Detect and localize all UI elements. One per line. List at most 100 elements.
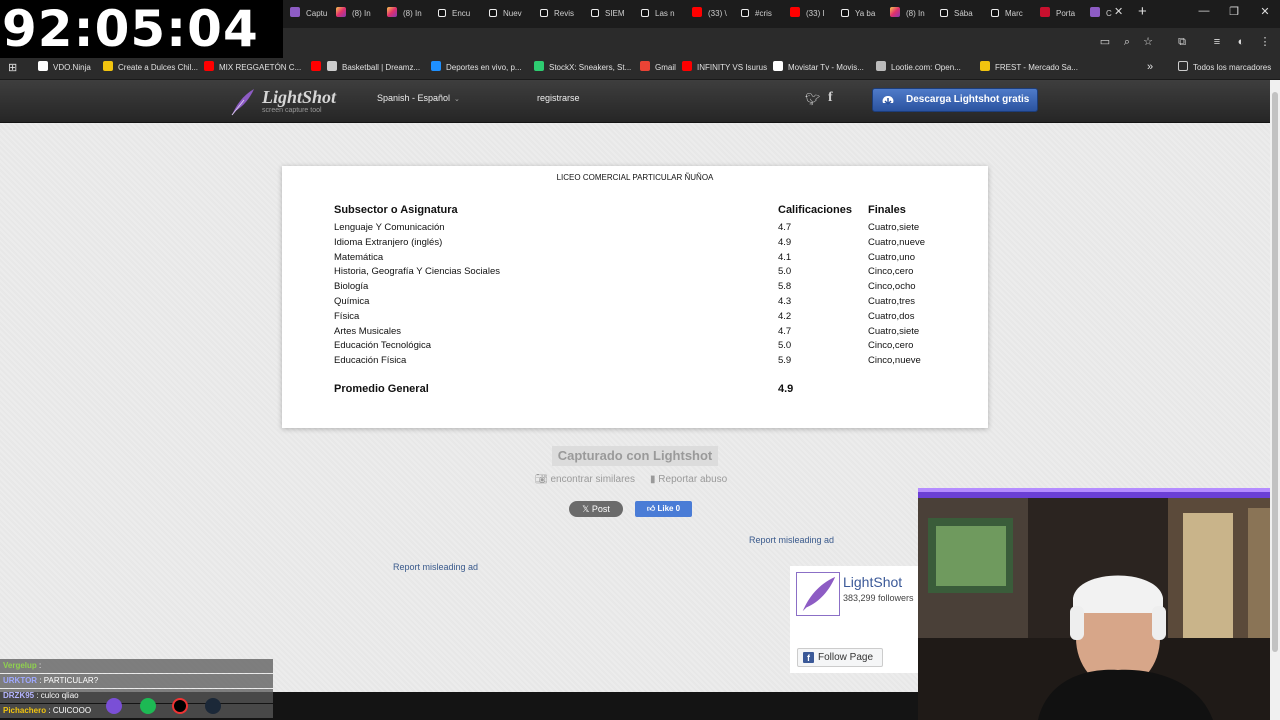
grade-row-subject: Idioma Extranjero (inglés) (334, 236, 443, 248)
bookmark-item[interactable] (311, 61, 326, 75)
steam-icon[interactable] (205, 698, 221, 714)
browser-tab[interactable]: (8) In (387, 4, 431, 24)
bookmark-item[interactable]: Gmail (640, 61, 676, 75)
browser-tab[interactable]: Captu (290, 4, 334, 24)
chat-username: URKTOR (3, 676, 38, 685)
close-tab-icon[interactable]: ✕ (1114, 5, 1123, 18)
bookmark-item[interactable]: Basketball | Dreamz... (327, 61, 420, 75)
logo-name: LightShot (262, 87, 337, 107)
extensions-icon[interactable]: ⧉ (1175, 35, 1189, 49)
browser-tab[interactable]: Porta (1040, 4, 1084, 24)
page-scrollbar[interactable] (1270, 80, 1280, 720)
x-post-button[interactable]: 𝕏 Post (569, 501, 623, 517)
find-similar-label: encontrar similares (550, 474, 635, 485)
tiktok-icon (641, 9, 649, 17)
lightshot-logo[interactable]: LightShot screen capture tool (230, 86, 342, 118)
twitter-icon[interactable]: 🐦︎ (805, 92, 820, 106)
tab-label: Marc (1005, 9, 1023, 18)
bookmark-item[interactable]: INFINITY VS Isurus (682, 61, 767, 75)
menu-icon[interactable]: ⋮ (1258, 35, 1272, 49)
bookmark-item[interactable]: FREST - Mercado Sa... (980, 61, 1078, 75)
facebook-icon[interactable]: f (828, 90, 833, 106)
bookmarks-more[interactable]: » (1147, 60, 1153, 74)
bookmark-label: Deportes en vivo, p... (446, 63, 522, 72)
grade-row-grade: 4.2 (778, 310, 792, 322)
all-bookmarks[interactable]: Todos los marcadores (1178, 61, 1271, 75)
bookmark-label: StockX: Sneakers, St... (549, 63, 632, 72)
browser-tab[interactable]: Nuev (489, 4, 533, 24)
captured-with-label: Capturado con Lightshot (552, 446, 718, 466)
bookmark-star-icon[interactable]: ☆ (1141, 35, 1155, 49)
zoom-icon[interactable]: ⌕ (1120, 35, 1134, 49)
minimize-icon[interactable]: — (1189, 5, 1219, 17)
webcam-overlay (918, 488, 1280, 720)
scrollbar-thumb[interactable] (1272, 92, 1278, 652)
new-tab-button[interactable]: + (1138, 3, 1147, 20)
chat-text: : CUICOOO (48, 706, 92, 715)
bookmark-item[interactable]: StockX: Sneakers, St... (534, 61, 631, 75)
lightshot-icon (1090, 7, 1100, 17)
find-similar-link[interactable]: 📷︎ encontrar similares (535, 474, 635, 485)
language-select[interactable]: Spanish - Español ⌄ (377, 93, 460, 103)
bookmark-label: Movistar Tv - Movis... (788, 63, 864, 72)
browser-tab[interactable]: Ya ba (841, 4, 885, 24)
browser-tab[interactable]: Encu (438, 4, 482, 24)
browser-tab[interactable]: C (1090, 4, 1134, 24)
lightshot-page-logo[interactable] (796, 572, 840, 616)
folder-icon (1178, 61, 1188, 71)
tiktok-icon (540, 9, 548, 17)
fb-page-title[interactable]: LightShot (843, 574, 902, 590)
browser-tab[interactable]: Sába (940, 4, 984, 24)
lightshot-header (0, 80, 1270, 123)
bookmark-label: Create a Dulces Chil... (118, 63, 199, 72)
media-icon[interactable]: ≡ (1210, 35, 1224, 49)
tab-label: (33) I (806, 9, 825, 18)
browser-tab[interactable]: #cris (741, 4, 785, 24)
facebook-like-button[interactable]: 👍︎ Like 0 (635, 501, 692, 517)
browser-tab[interactable]: Las n (641, 4, 685, 24)
restore-icon[interactable]: ❐ (1219, 5, 1249, 18)
bookmark-item[interactable]: Lootie.com: Open... (876, 61, 961, 75)
browser-tab[interactable]: Marc (991, 4, 1035, 24)
download-button[interactable]: Descarga Lightshot gratis (872, 88, 1038, 112)
obs-icon[interactable] (106, 698, 122, 714)
facebook-page-widget: LightShot 383,299 followers f Follow Page (790, 566, 918, 673)
spotify-icon[interactable] (140, 698, 156, 714)
grade-row-final: Cinco,nueve (868, 355, 921, 367)
grade-row-grade: 4.7 (778, 325, 792, 337)
bookmark-item[interactable]: Create a Dulces Chil... (103, 61, 198, 75)
grade-row-grade: 5.8 (778, 281, 792, 293)
tab-label: C (1106, 9, 1112, 18)
grade-row-subject: Química (334, 296, 370, 307)
app-icon[interactable] (172, 698, 188, 714)
tab-label: (8) In (352, 9, 371, 18)
report-abuse-link[interactable]: ▮ Reportar abuso (650, 474, 727, 485)
window-close-icon[interactable]: ✕ (1250, 5, 1280, 18)
fb-like-label: Like 0 (657, 504, 681, 513)
profile-avatar[interactable]: ◐ (1234, 35, 1248, 49)
browser-tab[interactable]: (8) In (336, 4, 380, 24)
bookmark-label: MIX REGGAETÓN C... (219, 63, 302, 72)
bookmark-item[interactable]: VDO.Ninja (38, 61, 91, 75)
bookmark-item[interactable]: Deportes en vivo, p... (431, 61, 522, 75)
tiktok-icon (940, 9, 948, 17)
report-ad-link-right[interactable]: Report misleading ad (749, 535, 834, 545)
bookmark-label: Basketball | Dreamz... (342, 63, 421, 72)
fb-followers: 383,299 followers (843, 593, 914, 603)
browser-tab[interactable]: (33) \ (692, 4, 736, 24)
bookmark-favicon-icon (640, 61, 650, 71)
browser-tab[interactable]: (8) In (890, 4, 934, 24)
browser-tab[interactable]: (33) I (790, 4, 834, 24)
cast-icon[interactable]: ▭ (1098, 35, 1112, 49)
report-ad-link-left[interactable]: Report misleading ad (393, 562, 478, 572)
browser-tab[interactable]: Revis (540, 4, 584, 24)
register-link[interactable]: registrarse (537, 93, 580, 103)
chat-message: Pichachero : CUICOOO (0, 704, 273, 718)
bookmark-item[interactable]: MIX REGGAETÓN C... (204, 61, 301, 75)
apps-icon[interactable]: ⊞ (8, 61, 17, 75)
bookmark-item[interactable]: Movistar Tv - Movis... (773, 61, 864, 75)
browser-tab[interactable]: SIEM (591, 4, 635, 24)
all-bookmarks-label: Todos los marcadores (1193, 63, 1272, 72)
language-label: Spanish - Español (377, 93, 451, 103)
follow-page-button[interactable]: f Follow Page (797, 648, 883, 667)
